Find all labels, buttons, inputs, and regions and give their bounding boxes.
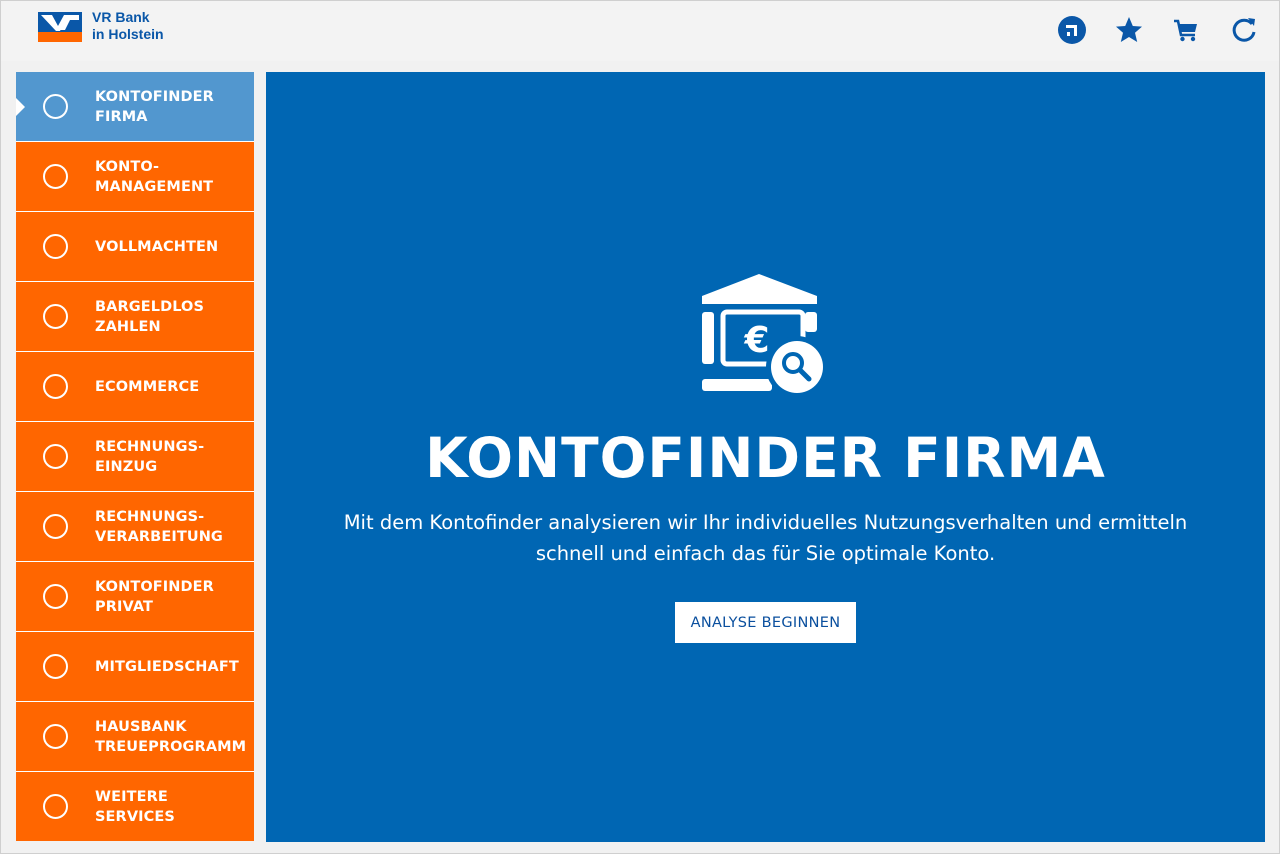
cart-icon[interactable] (1171, 15, 1201, 45)
vr-bank-logo (38, 12, 82, 42)
bank-euro-search-icon: € (699, 274, 831, 399)
sidebar-item-kontofinder-privat[interactable]: KONTOFINDER PRIVAT (16, 562, 254, 632)
circle-icon (43, 584, 68, 609)
main-panel: € KONTOFINDER FIRMA Mit dem Kontofinder … (266, 72, 1265, 842)
sidebar-item-bargeldlos-zahlen[interactable]: BARGELDLOS ZAHLEN (16, 282, 254, 352)
sidebar-item-hausbank-treueprogramm[interactable]: HAUSBANK TREUEPROGRAMM (16, 702, 254, 772)
sidebar-item-label: RECHNUNGS- EINZUG (95, 439, 205, 475)
sidebar-item-label: KONTOFINDER FIRMA (95, 89, 214, 125)
sidebar-item-label: WEITERE SERVICES (95, 789, 175, 825)
circle-icon (43, 724, 68, 749)
header: VR Bank in Holstein (1, 1, 1279, 61)
circle-icon (43, 304, 68, 329)
sidebar-item-label: ECOMMERCE (95, 379, 200, 395)
circle-icon (43, 374, 68, 399)
sidebar-item-ecommerce[interactable]: ECOMMERCE (16, 352, 254, 422)
sidebar-item-konto-management[interactable]: KONTO- MANAGEMENT (16, 142, 254, 212)
share-icon[interactable] (1057, 15, 1087, 45)
circle-icon (43, 514, 68, 539)
sidebar-item-label: MITGLIEDSCHAFT (95, 659, 239, 675)
refresh-icon[interactable] (1229, 15, 1259, 45)
circle-icon (43, 234, 68, 259)
app-window: VR Bank in Holstein KONTOFINDER FIRMA KO… (0, 0, 1280, 854)
page-title: KONTOFINDER FIRMA (425, 426, 1106, 490)
svg-text:€: € (743, 320, 769, 361)
circle-icon (43, 164, 68, 189)
sidebar-item-rechnungseinzug[interactable]: RECHNUNGS- EINZUG (16, 422, 254, 492)
bank-name-line1: VR Bank (92, 9, 150, 25)
sidebar-nav: KONTOFINDER FIRMA KONTO- MANAGEMENT VOLL… (16, 72, 254, 842)
sidebar-item-mitgliedschaft[interactable]: MITGLIEDSCHAFT (16, 632, 254, 702)
sidebar-item-label: BARGELDLOS ZAHLEN (95, 299, 205, 335)
circle-icon (43, 654, 68, 679)
sidebar-item-label: KONTO- MANAGEMENT (95, 159, 214, 195)
sidebar-item-label: HAUSBANK TREUEPROGRAMM (95, 719, 247, 755)
circle-icon (43, 94, 68, 119)
sidebar-item-label: KONTOFINDER PRIVAT (95, 579, 214, 615)
circle-icon (43, 444, 68, 469)
circle-icon (43, 794, 68, 819)
bank-name: VR Bank in Holstein (92, 9, 164, 43)
sidebar-item-kontofinder-firma[interactable]: KONTOFINDER FIRMA (16, 72, 254, 142)
star-icon[interactable] (1114, 15, 1144, 45)
sidebar-item-rechnungsverarbeitung[interactable]: RECHNUNGS- VERARBEITUNG (16, 492, 254, 562)
sidebar-item-label: RECHNUNGS- VERARBEITUNG (95, 509, 223, 545)
sidebar-item-weitere-services[interactable]: WEITERE SERVICES (16, 772, 254, 841)
analyse-beginnen-button[interactable]: ANALYSE BEGINNEN (675, 602, 856, 643)
sidebar-item-vollmachten[interactable]: VOLLMACHTEN (16, 212, 254, 282)
page-description: Mit dem Kontofinder analysieren wir Ihr … (343, 511, 1188, 565)
bank-name-line2: in Holstein (92, 26, 164, 42)
sidebar-item-label: VOLLMACHTEN (95, 239, 219, 255)
